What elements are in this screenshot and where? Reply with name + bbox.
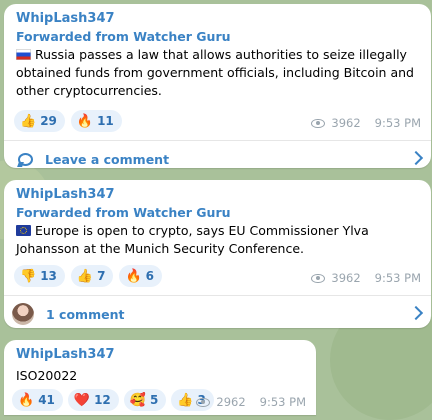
thumbs-up-icon: 👍 (20, 113, 37, 129)
comment-bubble-icon (18, 152, 33, 166)
reaction-smiling-hearts[interactable]: 🥰 5 (123, 389, 167, 411)
message-post: WhipLash347 ISO20022 🔥 41 ❤️ 12 🥰 5 👍 3 2962… (4, 340, 316, 415)
reaction-fire[interactable]: 🔥 41 (12, 389, 63, 411)
message-text: Russia passes a law that allows authorit… (16, 47, 414, 98)
thumbs-down-icon: 👎 (20, 268, 37, 284)
eu-flag-icon (16, 225, 31, 236)
comments-button[interactable]: 1 comment (4, 295, 431, 328)
eye-icon (196, 397, 211, 407)
message-text: ISO20022 (16, 368, 78, 383)
comment-label: 1 comment (46, 306, 125, 322)
view-count: 3962 (331, 116, 361, 130)
smiling-hearts-icon: 🥰 (129, 392, 146, 408)
forwarded-from[interactable]: Forwarded from Watcher Guru (16, 204, 421, 221)
thumbs-up-icon: 👍 (76, 268, 94, 284)
message-meta: 3962 9:53 PM (311, 271, 421, 285)
timestamp: 9:53 PM (374, 271, 421, 285)
reaction-fire[interactable]: 🔥 6 (119, 265, 162, 287)
eye-icon (311, 118, 326, 128)
author-name[interactable]: WhipLash347 (16, 186, 421, 204)
forwarded-from[interactable]: Forwarded from Watcher Guru (16, 28, 421, 45)
message-meta: 2962 9:53 PM (196, 395, 306, 409)
reaction-thumbs-up[interactable]: 👍 29 (14, 110, 65, 132)
timestamp: 9:53 PM (374, 116, 421, 130)
comment-label: Leave a comment (45, 151, 170, 167)
chevron-right-icon (408, 150, 424, 166)
message-text: Europe is open to crypto, says EU Commis… (16, 223, 369, 256)
fire-icon: 🔥 (125, 268, 142, 284)
view-count: 2962 (216, 395, 246, 409)
message-meta: 3962 9:53 PM (311, 116, 421, 130)
reactions: 👎 13 👍 7 🔥 6 (14, 265, 162, 287)
reaction-thumbs-down[interactable]: 👎 13 (14, 265, 65, 287)
avatar (12, 303, 34, 325)
reaction-thumbs-up[interactable]: 👍 7 (70, 265, 114, 287)
message-post: WhipLash347 Forwarded from Watcher Guru … (4, 4, 431, 168)
reactions: 👍 29 🔥 11 (14, 110, 122, 132)
leave-comment-button[interactable]: Leave a comment (4, 140, 431, 168)
message-post: WhipLash347 Forwarded from Watcher Guru … (4, 180, 431, 328)
russia-flag-icon (16, 49, 31, 60)
reaction-fire[interactable]: 🔥 11 (70, 110, 122, 132)
chevron-right-icon (408, 305, 424, 321)
reaction-heart[interactable]: ❤️ 12 (67, 389, 119, 411)
author-name[interactable]: WhipLash347 (16, 346, 306, 364)
heart-icon: ❤️ (73, 392, 91, 408)
thumbs-up-icon: 👍 (177, 392, 194, 408)
timestamp: 9:53 PM (259, 395, 306, 409)
fire-icon: 🔥 (76, 113, 94, 129)
author-name[interactable]: WhipLash347 (16, 10, 421, 28)
eye-icon (311, 273, 326, 283)
fire-icon: 🔥 (18, 392, 35, 408)
view-count: 3962 (331, 271, 361, 285)
reactions: 🔥 41 ❤️ 12 🥰 5 👍 3 (12, 389, 214, 411)
